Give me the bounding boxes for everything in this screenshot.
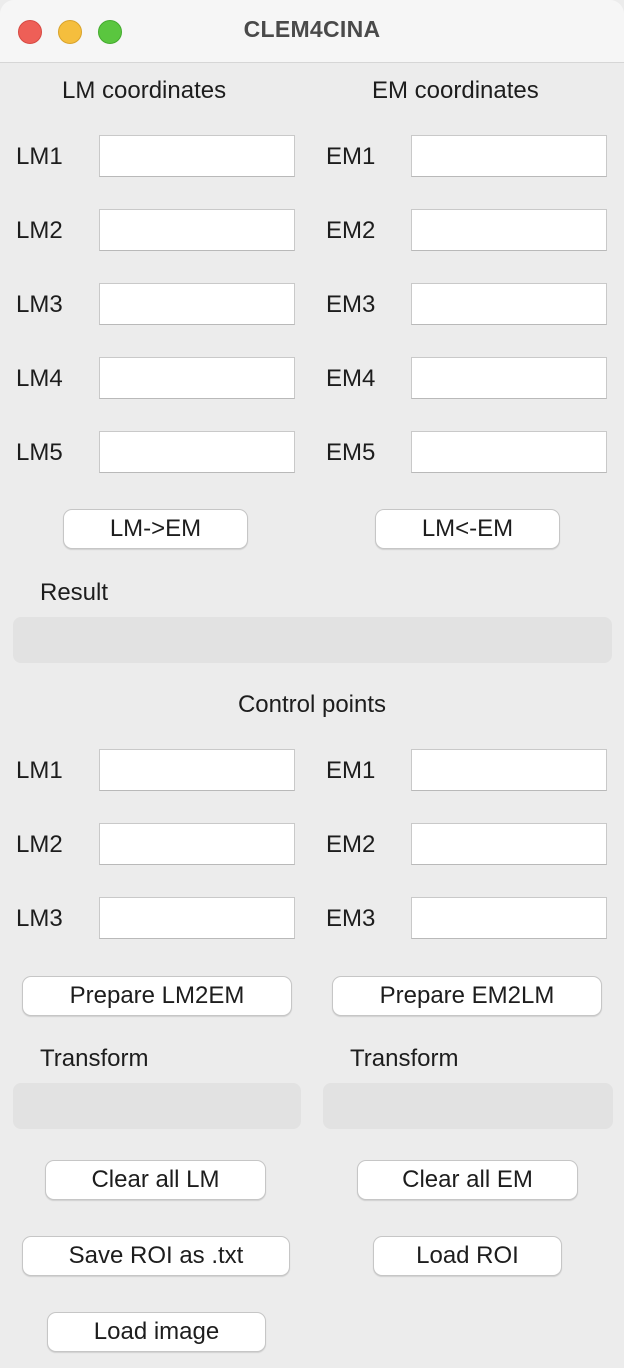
cp-lm3-label: LM3 bbox=[16, 905, 63, 932]
cp-em2-label: EM2 bbox=[326, 831, 376, 858]
em5-input[interactable] bbox=[412, 432, 606, 472]
lm5-input[interactable] bbox=[100, 432, 294, 472]
lm4-field[interactable] bbox=[99, 357, 295, 399]
lm3-field[interactable] bbox=[99, 283, 295, 325]
em-to-lm-button[interactable]: LM<-EM bbox=[375, 509, 560, 549]
cp-lm1-label: LM1 bbox=[16, 757, 63, 784]
cp-em1-label: EM1 bbox=[326, 757, 376, 784]
load-image-button[interactable]: Load image bbox=[47, 1312, 266, 1352]
cp-lm3-input[interactable] bbox=[100, 898, 294, 938]
em2-label: EM2 bbox=[326, 217, 376, 244]
lm2-input[interactable] bbox=[100, 210, 294, 250]
cp-lm2-field[interactable] bbox=[99, 823, 295, 865]
em5-label: EM5 bbox=[326, 439, 376, 466]
cp-lm3-field[interactable] bbox=[99, 897, 295, 939]
clear-all-em-button[interactable]: Clear all EM bbox=[357, 1160, 578, 1200]
em3-field[interactable] bbox=[411, 283, 607, 325]
control-points-header: Control points bbox=[237, 691, 387, 718]
lm1-label: LM1 bbox=[16, 143, 63, 170]
lm3-input[interactable] bbox=[100, 284, 294, 324]
em3-label: EM3 bbox=[326, 291, 376, 318]
lm3-label: LM3 bbox=[16, 291, 63, 318]
cp-lm2-label: LM2 bbox=[16, 831, 63, 858]
em-coordinates-header: EM coordinates bbox=[372, 77, 539, 104]
cp-em2-field[interactable] bbox=[411, 823, 607, 865]
em4-label: EM4 bbox=[326, 365, 376, 392]
window-title: CLEM4CINA bbox=[243, 16, 381, 42]
em4-field[interactable] bbox=[411, 357, 607, 399]
lm4-input[interactable] bbox=[100, 358, 294, 398]
cp-lm1-field[interactable] bbox=[99, 749, 295, 791]
title-bar: CLEM4CINA bbox=[0, 0, 624, 63]
cp-em2-input[interactable] bbox=[412, 824, 606, 864]
transform-lm-output bbox=[13, 1083, 301, 1129]
em5-field[interactable] bbox=[411, 431, 607, 473]
cp-em1-input[interactable] bbox=[412, 750, 606, 790]
lm4-label: LM4 bbox=[16, 365, 63, 392]
transform-em-label: Transform bbox=[350, 1045, 459, 1072]
cp-em3-field[interactable] bbox=[411, 897, 607, 939]
em3-input[interactable] bbox=[412, 284, 606, 324]
save-roi-button[interactable]: Save ROI as .txt bbox=[22, 1236, 290, 1276]
cp-lm1-input[interactable] bbox=[100, 750, 294, 790]
em1-field[interactable] bbox=[411, 135, 607, 177]
lm1-input[interactable] bbox=[100, 136, 294, 176]
lm2-field[interactable] bbox=[99, 209, 295, 251]
load-roi-button[interactable]: Load ROI bbox=[373, 1236, 562, 1276]
result-label: Result bbox=[40, 579, 109, 606]
lm1-field[interactable] bbox=[99, 135, 295, 177]
clear-all-lm-button[interactable]: Clear all LM bbox=[45, 1160, 266, 1200]
cp-em3-label: EM3 bbox=[326, 905, 376, 932]
lm5-label: LM5 bbox=[16, 439, 63, 466]
em4-input[interactable] bbox=[412, 358, 606, 398]
cp-em1-field[interactable] bbox=[411, 749, 607, 791]
lm5-field[interactable] bbox=[99, 431, 295, 473]
transform-em-output bbox=[323, 1083, 613, 1129]
lm-coordinates-header: LM coordinates bbox=[62, 77, 227, 104]
em2-field[interactable] bbox=[411, 209, 607, 251]
prepare-em2lm-button[interactable]: Prepare EM2LM bbox=[332, 976, 602, 1016]
lm-to-em-button[interactable]: LM->EM bbox=[63, 509, 248, 549]
prepare-lm2em-button[interactable]: Prepare LM2EM bbox=[22, 976, 292, 1016]
cp-lm2-input[interactable] bbox=[100, 824, 294, 864]
result-output bbox=[13, 617, 612, 663]
cp-em3-input[interactable] bbox=[412, 898, 606, 938]
em2-input[interactable] bbox=[412, 210, 606, 250]
transform-lm-label: Transform bbox=[40, 1045, 149, 1072]
em1-input[interactable] bbox=[412, 136, 606, 176]
lm2-label: LM2 bbox=[16, 217, 63, 244]
em1-label: EM1 bbox=[326, 143, 376, 170]
